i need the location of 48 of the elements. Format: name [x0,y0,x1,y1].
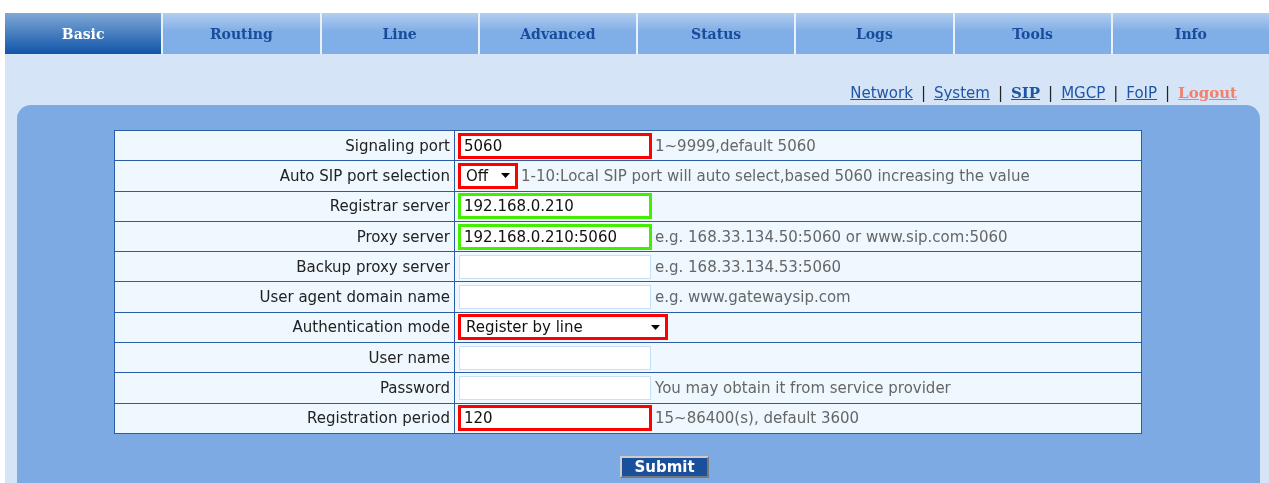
field-label: Password [115,373,455,403]
section-link[interactable]: MGCP [1061,84,1106,102]
input-field[interactable] [459,376,651,400]
section-link[interactable]: SIP [1010,84,1041,102]
separator: | [997,84,1003,102]
nav-tab[interactable]: Line [321,13,478,54]
nav-tab[interactable]: Status [638,13,795,54]
nav-tab[interactable]: Basic [5,13,162,54]
input-field[interactable]: 5060 [459,133,651,158]
dropdown[interactable]: Register by line [459,315,667,340]
hint-text: e.g. www.gatewaysip.com [655,288,851,307]
hint-text: 1-10:Local SIP port will auto select,based 5060 increasing the value [521,166,1030,185]
field-label: Signaling port [115,131,455,161]
hint-text: 15~86400(s), default 3600 [655,409,860,428]
field-label: Backup proxy server [115,252,455,282]
nav-tab[interactable]: Advanced [479,13,636,54]
nav-tab[interactable]: Routing [163,13,320,54]
dropdown[interactable]: Off [459,163,517,188]
nav-tab[interactable]: Tools [954,13,1111,54]
field-label: User agent domain name [115,282,455,312]
submit-button[interactable]: Submit [620,455,709,478]
hint-text: 1~9999,default 5060 [655,136,816,155]
input-field[interactable]: 192.168.0.210 [459,194,651,219]
section-link[interactable]: Network [850,84,913,102]
nav-tab[interactable]: Logs [796,13,953,54]
separator: | [920,84,926,102]
hint-text: e.g. 168.33.134.53:5060 [655,257,842,276]
section-link[interactable]: System [933,84,990,102]
nav-tab[interactable]: Info [1112,13,1269,54]
input-field[interactable]: 192.168.0.210:5060 [459,224,651,249]
field-label: User name [115,343,455,373]
separator: | [1165,84,1171,102]
field-label: Auto SIP port selection [115,161,455,191]
field-label: Authentication mode [115,312,455,343]
field-label: Registrar server [115,191,455,221]
input-field[interactable] [459,345,651,370]
section-link[interactable]: FoIP [1126,84,1158,102]
field-label: Proxy server [115,221,455,252]
caret-icon [651,324,660,330]
input-field[interactable] [459,254,651,279]
hint-text: You may obtain it from service provider [655,379,951,397]
separator: | [1113,84,1119,102]
separator: | [1048,84,1054,102]
caret-icon [501,173,510,179]
input-field[interactable]: 120 [459,406,651,431]
field-label: Registration period [115,403,455,433]
hint-text: e.g. 168.33.134.50:5060 or www.sip.com:5060 [655,227,1008,246]
input-field[interactable] [459,285,651,310]
